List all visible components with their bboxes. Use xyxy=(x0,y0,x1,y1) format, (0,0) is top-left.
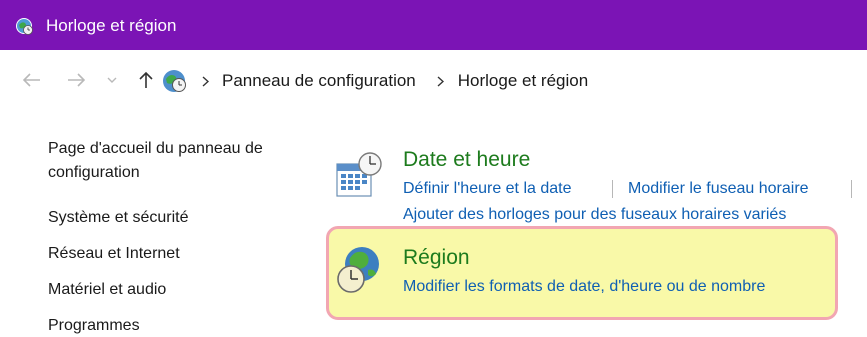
arrow-left-icon xyxy=(23,73,40,87)
link-separator xyxy=(612,180,613,198)
sidebar-item-network-internet[interactable]: Réseau et Internet xyxy=(48,243,180,265)
up-button[interactable] xyxy=(134,68,158,92)
chevron-down-icon xyxy=(107,77,117,83)
sidebar-item-system-security[interactable]: Système et sécurité xyxy=(48,207,189,229)
calendar-clock-icon[interactable] xyxy=(334,150,384,200)
window-title: Horloge et région xyxy=(46,16,177,35)
forward-button[interactable] xyxy=(64,68,88,92)
clock-globe-icon[interactable] xyxy=(160,67,188,95)
chevron-right-icon[interactable] xyxy=(434,74,448,88)
add-clocks-link[interactable]: Ajouter des horloges pour des fuseaux ho… xyxy=(403,205,786,225)
sidebar-item-home-cont[interactable]: configuration xyxy=(48,162,140,184)
link-separator xyxy=(851,180,852,198)
breadcrumb: Panneau de configuration Horloge et régi… xyxy=(160,63,860,99)
clock-globe-icon xyxy=(16,18,33,35)
change-formats-link[interactable]: Modifier les formats de date, d'heure ou… xyxy=(403,277,765,297)
sidebar-item-home[interactable]: Page d'accueil du panneau de xyxy=(48,138,263,160)
chevron-right-icon[interactable] xyxy=(198,74,212,88)
date-time-title[interactable]: Date et heure xyxy=(403,148,530,172)
set-time-date-link[interactable]: Définir l'heure et la date xyxy=(403,179,571,199)
region-highlight xyxy=(326,226,838,320)
sidebar-item-programs[interactable]: Programmes xyxy=(48,315,140,337)
arrow-right-icon xyxy=(68,73,85,87)
globe-clock-icon[interactable] xyxy=(334,244,386,296)
region-title[interactable]: Région xyxy=(403,246,470,270)
breadcrumb-item-control-panel[interactable]: Panneau de configuration xyxy=(222,71,416,91)
breadcrumb-item-clock-region[interactable]: Horloge et région xyxy=(458,71,588,91)
change-timezone-link[interactable]: Modifier le fuseau horaire xyxy=(628,179,809,199)
sidebar-item-hardware-sound[interactable]: Matériel et audio xyxy=(48,279,166,301)
address-bar: Panneau de configuration Horloge et régi… xyxy=(0,50,867,112)
arrow-up-icon xyxy=(139,71,153,88)
title-bar: Horloge et région xyxy=(0,0,867,50)
back-button[interactable] xyxy=(20,68,44,92)
recent-locations-button[interactable] xyxy=(104,68,120,92)
